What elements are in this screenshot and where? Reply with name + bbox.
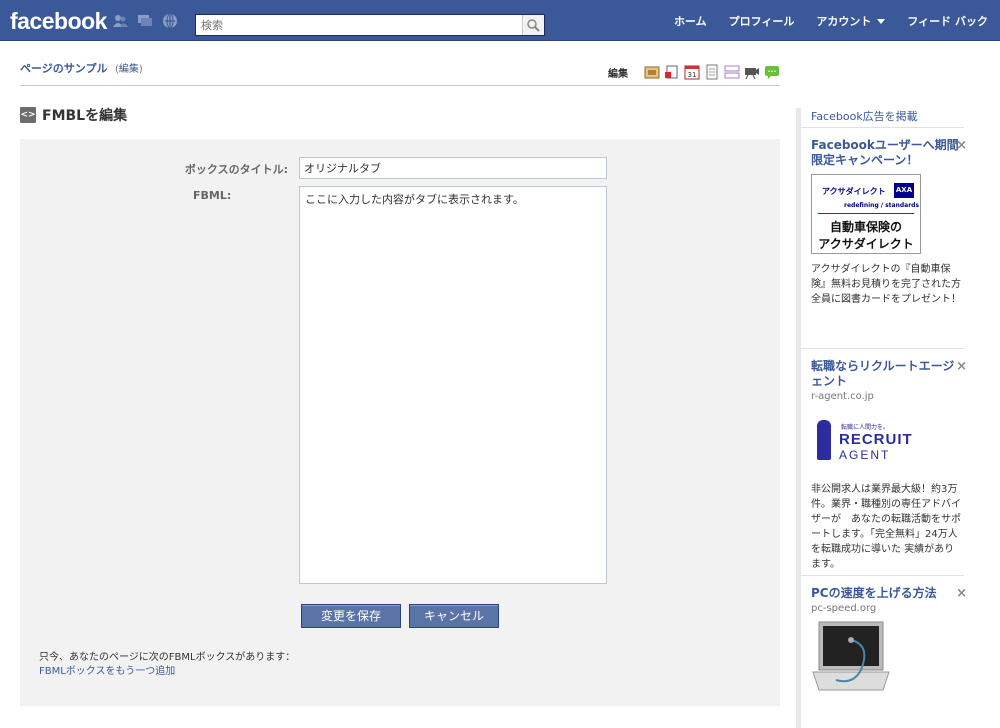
info-icon[interactable] — [664, 64, 680, 80]
search-box — [195, 14, 545, 36]
ads-sidebar: Facebook広告を掲載 Facebookユーザーへ期間限定キャンペーン！ ×… — [796, 108, 1000, 728]
ad-image[interactable]: アクサダイレクト AXA redefining / standards 自動車保… — [811, 174, 921, 254]
ad-image-line2: アクサダイレクト — [818, 237, 914, 251]
page-edit-link[interactable]: 編集 — [119, 64, 139, 75]
ad-divider — [801, 348, 964, 349]
fbml-box-info: 只今、あなたのページに次のFBMLボックスがあります： — [39, 652, 296, 663]
ad-pc-speed[interactable]: PCの速度を上げる方法 × pc-speed.org — [811, 586, 967, 698]
page-edit-paren-close: ) — [138, 64, 143, 75]
friends-icon[interactable] — [112, 13, 128, 29]
ad-image[interactable]: 転職に人間力を。 RECRUIT AGENT — [811, 408, 921, 474]
nav-account-label: アカウント — [816, 14, 872, 28]
box-title-label: ボックスのタイトル: — [184, 163, 288, 176]
nav-home[interactable]: ホーム — [674, 13, 707, 29]
search-button[interactable] — [522, 15, 544, 35]
fbml-icon: <> — [20, 107, 36, 123]
ad-url: r-agent.co.jp — [811, 391, 874, 402]
ad-body: 非公開求人は業界最大級！約3万件。業界・職種別の専任アドバイザーが あなたの転職… — [811, 484, 961, 570]
box-title-input[interactable] — [299, 157, 607, 179]
search-icon — [527, 19, 540, 32]
cancel-button[interactable]: キャンセル — [409, 604, 499, 628]
chat-icon[interactable]: ••• — [764, 64, 780, 80]
chevron-down-icon — [877, 19, 886, 24]
person-icon — [817, 420, 831, 460]
ad-url: pc-speed.org — [811, 603, 877, 614]
notes-icon[interactable] — [704, 64, 720, 80]
create-ad-link[interactable]: Facebook広告を掲載 — [811, 108, 918, 124]
top-bar: facebook ホーム プロフィール アカウント フィード バック — [0, 0, 1000, 41]
ad-image-tagline: redefining / standards — [844, 202, 920, 209]
ad-title[interactable]: PCの速度を上げる方法 — [811, 586, 961, 601]
ad-image-divider — [818, 213, 914, 214]
nav-account[interactable]: アカウント — [816, 13, 886, 29]
calendar-icon[interactable]: 31 — [684, 64, 700, 80]
close-icon[interactable]: × — [956, 586, 967, 601]
facebook-logo[interactable]: facebook — [10, 8, 107, 35]
ad-image-line1: RECRUIT — [839, 431, 913, 448]
add-fbml-box-link[interactable]: FBMLボックスをもう一つ追加 — [39, 662, 175, 677]
notifications-icon[interactable] — [162, 13, 178, 29]
top-nav: ホーム プロフィール アカウント フィード バック — [652, 0, 988, 41]
sidebar-divider — [801, 127, 964, 128]
svg-text:•••: ••• — [768, 69, 777, 75]
video-icon[interactable] — [744, 64, 760, 80]
fbml-label: FBML: — [193, 189, 232, 202]
ad-recruit[interactable]: 転職ならリクルートエージェント × r-agent.co.jp 転職に人間力を。… — [811, 359, 967, 572]
close-icon[interactable]: × — [956, 138, 967, 153]
search-input[interactable] — [196, 15, 520, 35]
ad-image-brand: アクサダイレクト — [822, 187, 886, 196]
discussion-icon[interactable] — [724, 64, 740, 80]
section-title-text: FMBLを編集 — [42, 108, 128, 124]
section-title: <> FMBLを編集 — [20, 105, 127, 125]
wall-icon[interactable] — [644, 64, 660, 80]
ad-body: アクサダイレクトの『自動車保険』無料お見積りを完了された方全員に図書カードをプレ… — [811, 264, 961, 305]
nav-feedback[interactable]: フィード バック — [907, 13, 988, 29]
laptop-image[interactable] — [811, 620, 891, 695]
messages-icon[interactable] — [137, 13, 153, 29]
page-name-link[interactable]: ページのサンプル — [20, 62, 107, 75]
save-changes-button[interactable]: 変更を保存 — [301, 604, 401, 628]
tools-label: 編集 — [608, 68, 628, 80]
ad-image-line2: AGENT — [839, 448, 891, 462]
edit-tools: 編集 31 ••• — [608, 64, 780, 80]
close-icon[interactable]: × — [956, 359, 967, 374]
ad-axa[interactable]: Facebookユーザーへ期間限定キャンペーン！ × アクサダイレクト AXA … — [811, 138, 967, 307]
page-header: ページのサンプル (編集) 編集 31 ••• — [20, 60, 780, 86]
ad-image-small: 転職に人間力を。 — [841, 424, 890, 431]
ad-divider — [801, 575, 964, 576]
ad-title[interactable]: 転職ならリクルートエージェント — [811, 359, 961, 389]
fbml-textarea[interactable]: ここに入力した内容がタブに表示されます。 — [299, 186, 607, 584]
fbml-form: ボックスのタイトル: FBML: ここに入力した内容がタブに表示されます。 変更… — [20, 139, 780, 706]
ad-image-line1: 自動車保険の — [829, 220, 902, 234]
ad-title[interactable]: Facebookユーザーへ期間限定キャンペーン！ — [811, 138, 961, 168]
svg-text:31: 31 — [688, 71, 697, 79]
axa-logo: AXA — [894, 183, 914, 198]
nav-profile[interactable]: プロフィール — [729, 13, 795, 29]
page-edit: (編集) — [115, 64, 143, 75]
